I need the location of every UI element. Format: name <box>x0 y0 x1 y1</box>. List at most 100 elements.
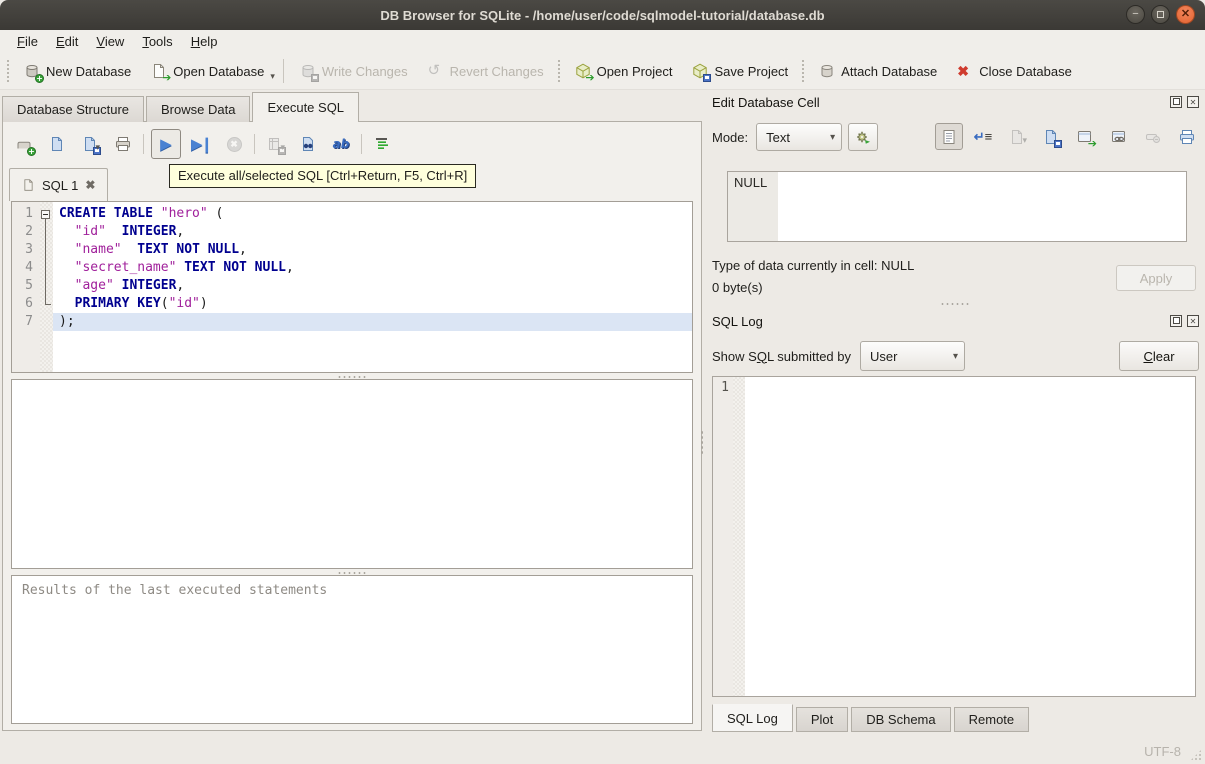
close-button[interactable]: ✕ <box>1176 5 1195 24</box>
cell-editor[interactable]: NULL <box>727 171 1187 242</box>
dock-float-button[interactable] <box>1170 96 1182 108</box>
tab-browse-data[interactable]: Browse Data <box>146 96 251 122</box>
toolbar-grip[interactable] <box>556 59 562 83</box>
import-icon: ▾ <box>1009 129 1027 145</box>
attach-database-button[interactable]: Attach Database <box>809 56 947 86</box>
tab-execute-sql[interactable]: Execute SQL <box>252 92 360 122</box>
tab-sql-log[interactable]: SQL Log <box>712 704 793 732</box>
toolbar-grip[interactable] <box>801 59 807 83</box>
main-toolbar: + New Database ➔ Open Database ▾ Write C… <box>0 53 1205 90</box>
code-line[interactable]: CREATE TABLE "hero" ( <box>53 205 692 223</box>
export-icon <box>1043 129 1062 148</box>
mode-caret-icon: ▾ <box>830 131 836 143</box>
write-changes-icon <box>300 63 319 82</box>
encoding-label: UTF-8 <box>1144 744 1181 759</box>
results-message-panel[interactable]: Results of the last executed statements <box>11 575 693 724</box>
print-cell-button[interactable] <box>1173 123 1201 150</box>
new-tab-icon: + <box>16 136 36 156</box>
code-line[interactable]: "secret_name" TEXT NOT NULL, <box>53 259 692 277</box>
resize-grip[interactable] <box>1190 749 1202 761</box>
sql-toolbar: + ▾ ▶ ▶❙ ✖ ▾ ab <box>11 128 395 160</box>
line-number: 2 <box>25 224 33 239</box>
open-project-button[interactable]: ➔ Open Project <box>565 56 683 86</box>
code-line[interactable]: PRIMARY KEY("id") <box>53 295 692 313</box>
export-cell-data-button[interactable] <box>1037 123 1065 150</box>
toolbar-separator <box>143 134 144 154</box>
sql-tab-close-icon[interactable]: ✖ <box>85 178 95 192</box>
splitter-handle[interactable] <box>706 301 1203 306</box>
execute-line-icon: ▶❙ <box>190 136 213 153</box>
line-number: 1 <box>25 206 33 221</box>
sql-log-dock-title: SQL Log <box>712 314 763 329</box>
tab-plot[interactable]: Plot <box>795 707 849 732</box>
dock-close-icon: ✕ <box>1189 316 1197 326</box>
open-project-icon: ➔ <box>575 63 595 83</box>
fold-marker-icon[interactable] <box>41 210 50 219</box>
results-grid-panel[interactable] <box>11 379 693 569</box>
sql-editor[interactable]: 1 2 3 4 5 6 7 CREATE TABLE "hero" ( "id" INTEG… <box>11 201 693 373</box>
attach-database-icon <box>819 63 835 79</box>
minimize-button[interactable]: − <box>1126 5 1145 24</box>
toolbar-separator <box>361 134 362 154</box>
save-project-button[interactable]: Save Project <box>682 56 798 86</box>
dock-close-icon: ✕ <box>1189 97 1197 107</box>
dock-close-button[interactable]: ✕ <box>1187 315 1199 327</box>
import-cell-data-button: ▾ <box>1003 123 1031 150</box>
line-number: 5 <box>25 278 33 293</box>
tab-db-schema[interactable]: DB Schema <box>851 707 951 732</box>
print-sql-button[interactable] <box>110 131 136 157</box>
menu-help[interactable]: Help <box>182 32 227 51</box>
print-icon <box>1179 129 1195 145</box>
window-title: DB Browser for SQLite - /home/user/code/… <box>380 7 825 23</box>
menu-edit[interactable]: Edit <box>47 32 87 51</box>
stop-icon: ✖ <box>226 136 242 152</box>
execute-current-line-button[interactable]: ▶❙ <box>188 131 214 157</box>
sql-log-fold-margin <box>733 377 745 696</box>
toolbar-grip[interactable] <box>6 59 11 83</box>
format-sql-button[interactable] <box>369 131 395 157</box>
menu-file[interactable]: File <box>8 32 47 51</box>
code-line[interactable]: "age" INTEGER, <box>53 277 692 295</box>
word-wrap-button[interactable]: ↵≡ <box>969 123 997 150</box>
import-dropdown-caret-icon: ▾ <box>1022 134 1027 145</box>
sql-log-area[interactable]: 1 <box>712 376 1196 697</box>
open-in-external-app-button[interactable]: ➔ <box>1071 123 1099 150</box>
new-database-button[interactable]: + New Database <box>14 56 141 86</box>
dock-float-button[interactable] <box>1170 315 1182 327</box>
copy-link-button[interactable] <box>1105 123 1133 150</box>
auto-switch-mode-button[interactable] <box>848 123 879 151</box>
vertical-splitter-handle[interactable] <box>700 430 705 456</box>
clear-log-button[interactable]: Clear <box>1119 341 1199 371</box>
open-database-button[interactable]: ➔ Open Database <box>141 56 274 86</box>
sql-editor-code[interactable]: CREATE TABLE "hero" ( "id" INTEGER, "nam… <box>53 202 692 372</box>
cell-mode-select[interactable]: Text ▾ <box>756 123 843 151</box>
auto-completion-button[interactable]: ab <box>328 131 354 157</box>
line-number: 3 <box>25 242 33 257</box>
sql-file-tab[interactable]: SQL 1 ✖ <box>9 168 109 201</box>
log-filter-select[interactable]: User ▾ <box>860 341 965 371</box>
code-line[interactable]: "id" INTEGER, <box>53 223 692 241</box>
maximize-button[interactable] <box>1151 5 1170 24</box>
tab-database-structure[interactable]: Database Structure <box>2 96 145 122</box>
code-line[interactable]: ); <box>53 313 692 331</box>
code-line[interactable]: "name" TEXT NOT NULL, <box>53 241 692 259</box>
save-sql-dropdown-caret-icon: ▾ <box>95 142 100 152</box>
new-sql-tab-button[interactable]: + <box>11 131 37 157</box>
sql-editor-fold-margin <box>40 202 53 372</box>
menu-view[interactable]: View <box>87 32 133 51</box>
write-changes-button: Write Changes <box>290 56 418 86</box>
open-external-icon: ➔ <box>1077 129 1097 149</box>
apply-button: Apply <box>1116 265 1196 291</box>
open-sql-file-button[interactable] <box>44 131 70 157</box>
save-results-icon: ▾ <box>267 136 286 155</box>
dock-close-button[interactable]: ✕ <box>1187 96 1199 108</box>
text-mode-button[interactable] <box>935 123 963 150</box>
close-database-button[interactable]: ✖ Close Database <box>947 56 1082 86</box>
tab-remote[interactable]: Remote <box>953 707 1030 732</box>
execute-all-button[interactable]: ▶ <box>151 129 181 159</box>
menu-tools[interactable]: Tools <box>133 32 181 51</box>
save-sql-file-button[interactable]: ▾ <box>77 131 103 157</box>
cell-type-info: Type of data currently in cell: NULL <box>712 258 915 273</box>
open-database-dropdown-caret-icon[interactable]: ▾ <box>270 71 275 82</box>
find-button[interactable] <box>295 131 321 157</box>
